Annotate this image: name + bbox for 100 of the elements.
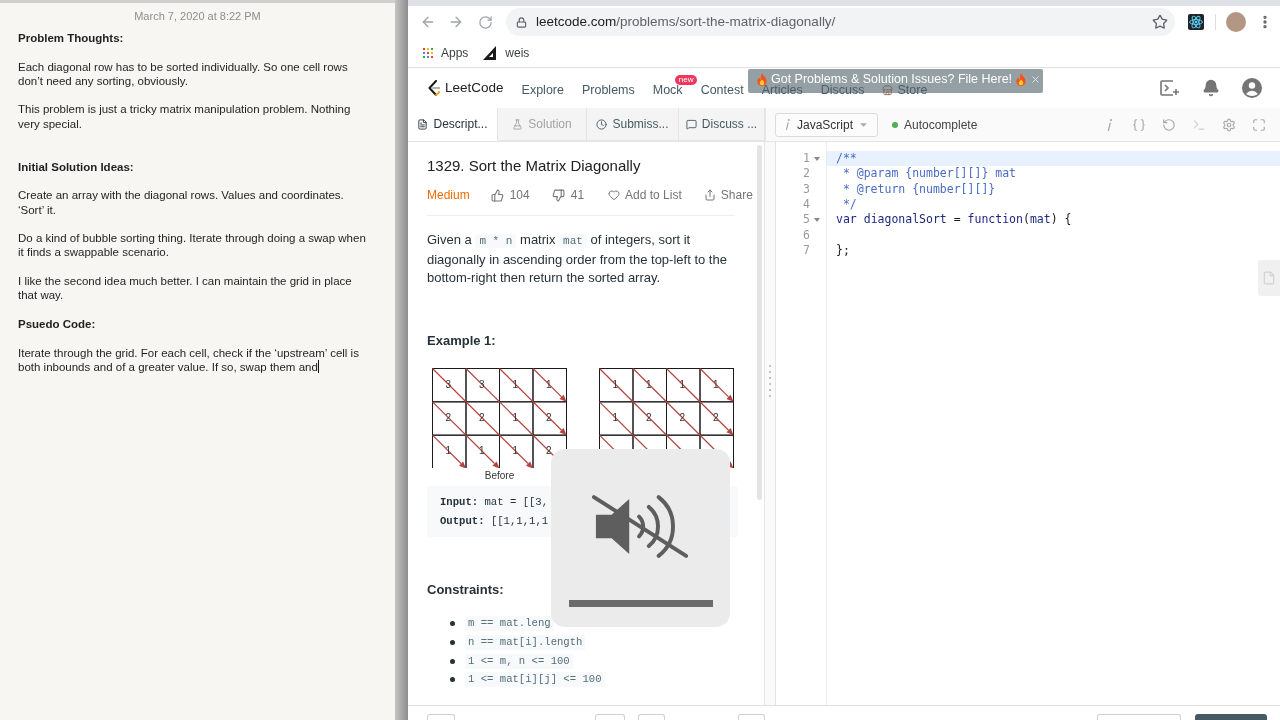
- note-paragraph: This problem is just a tricky matrix manipulation problem. Nothing very special.: [18, 103, 351, 130]
- nav-link[interactable]: Explore: [521, 84, 564, 96]
- code-editor[interactable]: 1 2 3 4 5 6 7 /** * @param {number[][]} mat * @return {number[][]} */ var diagonalSort = function(mat) { };: [775, 142, 1280, 705]
- footer-button[interactable]: [595, 714, 625, 720]
- constraint-text: n == mat[i].length: [465, 635, 586, 650]
- fullscreen-button[interactable]: [1252, 117, 1266, 132]
- info-icon: [1106, 118, 1112, 131]
- share-button[interactable]: Share: [703, 186, 753, 204]
- share-icon: [703, 189, 716, 201]
- constraint-text: 1 <= mat[i][j] <= 100: [465, 672, 605, 688]
- bookmark[interactable]: Apps: [423, 43, 469, 62]
- panel-tab[interactable]: Descript...: [408, 108, 498, 141]
- note-paragraph: Each diagonal row has to be sorted individually. So one cell rows don’t need any sorting, obviously.: [18, 60, 348, 87]
- reload-icon: [477, 14, 493, 30]
- url-text: leetcode.com/problems/sort-the-matrix-diagonally/: [536, 12, 836, 31]
- reload-button[interactable]: [477, 14, 493, 30]
- caret-icon: [860, 122, 867, 127]
- panel-tab[interactable]: Discuss ...: [679, 108, 765, 141]
- cell-value: 1: [712, 378, 719, 390]
- lock-icon: [516, 16, 527, 28]
- avatar[interactable]: [1226, 12, 1246, 32]
- line-number: 1: [802, 151, 810, 167]
- clock-icon: [596, 118, 608, 130]
- console-button[interactable]: [1192, 117, 1206, 132]
- back-button[interactable]: [420, 14, 436, 30]
- line-number: 3: [802, 181, 810, 197]
- code-line: * @return {number[][]}: [841, 181, 997, 197]
- line-number: 4: [802, 197, 810, 213]
- triangle-icon: [483, 45, 498, 60]
- bracket-logo-icon: [427, 80, 440, 96]
- panel-tab[interactable]: Submiss...: [587, 108, 679, 141]
- account-button[interactable]: [1242, 78, 1262, 98]
- settings-button[interactable]: [1222, 117, 1236, 132]
- scrollbar[interactable]: [757, 145, 762, 500]
- nav-link[interactable]: Problems: [581, 84, 635, 96]
- footer-button[interactable]: [1097, 714, 1181, 720]
- format-button[interactable]: [1132, 117, 1146, 132]
- terminal-icon: [1192, 117, 1206, 132]
- cell-value: 1: [512, 444, 519, 456]
- note-paragraph: Do a kind of bubble sorting thing. Iterate through doing a swap when it finds a swappable scenario.: [18, 232, 366, 259]
- fire-icon: [1016, 73, 1027, 86]
- note-timestamp: March 7, 2020 at 8:22 PM: [133, 9, 262, 23]
- footer-button[interactable]: [638, 714, 665, 720]
- bullet-icon: [450, 621, 455, 627]
- settings-icon: [1222, 117, 1236, 132]
- figure-caption: Before: [484, 470, 515, 482]
- file-icon: [1262, 270, 1276, 286]
- cell-value: 1: [512, 378, 519, 390]
- submit-button[interactable]: [1195, 714, 1267, 720]
- side-panel-tab[interactable]: [1258, 260, 1280, 296]
- dislike-button[interactable]: 41: [551, 186, 585, 204]
- reset-button[interactable]: [1162, 117, 1176, 132]
- bookmark-star-button[interactable]: [1152, 14, 1168, 30]
- line-number: 7: [802, 243, 810, 259]
- cell-value: 2: [712, 411, 719, 423]
- bullet-icon: [450, 640, 455, 645]
- example-io-line: Output: [[1,1,1,1: [440, 514, 549, 529]
- notifications-button[interactable]: [1202, 79, 1220, 97]
- cell-value: 1: [478, 444, 485, 456]
- playground-button[interactable]: [1160, 80, 1180, 96]
- terminal-plus-icon: [1160, 80, 1180, 96]
- add-to-list-button[interactable]: Add to List: [608, 186, 682, 204]
- cell-value: 1: [445, 444, 452, 456]
- cell-value: 1: [545, 378, 552, 390]
- bookmark[interactable]: weis: [483, 43, 530, 62]
- code-line: };: [835, 242, 851, 259]
- language-select[interactable]: JavaScript: [775, 112, 878, 137]
- like-button[interactable]: 104: [490, 186, 530, 204]
- nav-link[interactable]: Mock: [652, 84, 683, 96]
- cell-value: 1: [512, 411, 519, 423]
- arrow-right-icon: [448, 14, 464, 30]
- thumbs-up-icon: [490, 188, 504, 202]
- note-heading: Problem Thoughts:: [18, 32, 124, 44]
- note-paragraph: Iterate through the grid. For each cell, check if the ‘upstream’ cell is both inbounds and of a greater value. If so, swap them and: [18, 346, 359, 373]
- line-number: 2: [802, 166, 810, 182]
- shop-icon: [882, 84, 894, 96]
- forward-button[interactable]: [448, 14, 464, 30]
- note-heading: Initial Solution Ideas:: [18, 160, 134, 173]
- fold-caret-icon[interactable]: [814, 156, 820, 161]
- atom-icon[interactable]: [1188, 14, 1204, 30]
- example-io-line: Input: mat = [[3,: [440, 495, 549, 511]
- autocomplete-toggle[interactable]: Autocomplete: [892, 115, 978, 134]
- footer-button[interactable]: [738, 714, 765, 720]
- cell-value: 1: [612, 411, 619, 423]
- fire-icon: [757, 73, 767, 86]
- cell-value: 3: [445, 378, 452, 390]
- flask-icon: [512, 118, 524, 130]
- address-bar[interactable]: leetcode.com/problems/sort-the-matrix-diagonally/: [506, 8, 1175, 36]
- fold-caret-icon[interactable]: [814, 217, 820, 222]
- logo-link[interactable]: LeetCode: [427, 77, 504, 99]
- cell-value: 1: [645, 378, 652, 390]
- info-icon: [785, 119, 790, 130]
- document-icon: [417, 118, 429, 130]
- problem-title: 1329. Sort the Matrix Diagonally: [427, 156, 641, 176]
- fullscreen-icon: [1252, 117, 1266, 132]
- code-line: * @param {number[][]} mat: [841, 166, 1017, 182]
- nav-link[interactable]: Contest: [700, 84, 744, 96]
- thumbs-down-icon: [551, 188, 565, 202]
- footer-button[interactable]: [427, 714, 455, 720]
- cell-value: 2: [445, 411, 452, 423]
